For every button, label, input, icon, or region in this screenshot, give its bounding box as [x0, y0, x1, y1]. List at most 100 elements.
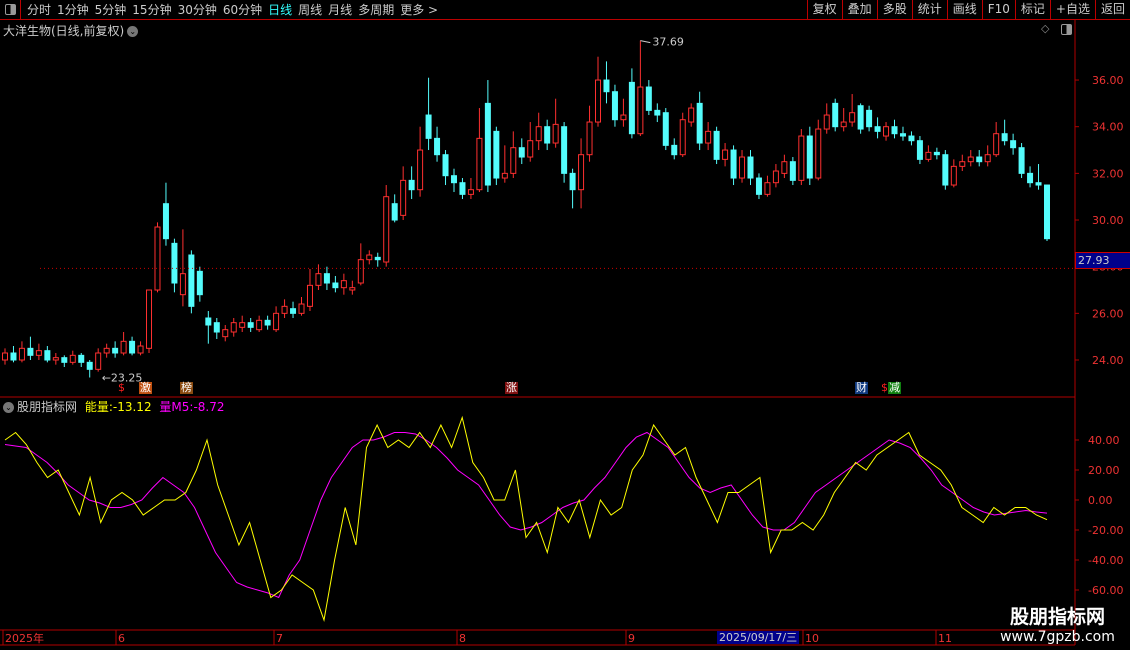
tab-period-9[interactable]: 多周期 [358, 3, 394, 17]
candle-body [984, 154, 991, 163]
indicator-title: ⌄ 股朋指标网 能量:-13.12 量M5:-8.72 [3, 398, 225, 415]
candle-body [696, 102, 703, 144]
line1-label: 能量: [84, 400, 113, 414]
candle-body [2, 352, 8, 361]
candle-body [230, 322, 237, 333]
tab-period-8[interactable]: 月线 [328, 3, 352, 17]
candle-body [171, 242, 178, 284]
candle-body [815, 128, 822, 179]
candle-body [603, 79, 610, 93]
candle-body [400, 179, 407, 216]
action-button-7[interactable]: +自选 [1049, 0, 1095, 19]
candle-body [950, 165, 957, 186]
candle-body [103, 347, 110, 354]
action-button-8[interactable]: 返回 [1094, 0, 1130, 19]
candle-body [239, 322, 246, 328]
action-button-4[interactable]: 画线 [946, 0, 982, 19]
event-marker[interactable]: 财 [855, 382, 868, 394]
candle-body [908, 135, 915, 142]
tab-period-6[interactable]: 日线 [268, 3, 292, 17]
diamond-icon[interactable]: ◇ [1041, 22, 1049, 35]
price-tick-label: 26.00 [1092, 307, 1124, 320]
candle-body [1010, 140, 1017, 149]
candle-body [52, 357, 59, 361]
action-button-3[interactable]: 统计 [911, 0, 947, 19]
indicator-name[interactable]: 股朋指标网 [17, 400, 77, 414]
candle-body [637, 86, 644, 135]
candle-body [899, 133, 906, 137]
kline-chart[interactable]: 36.0034.0032.0030.0028.0026.0024.0040.00… [0, 0, 1130, 650]
candle-body [188, 254, 195, 307]
candle-body [1018, 147, 1025, 174]
candle-body [654, 109, 661, 116]
chevron-down-icon[interactable]: ⌄ [127, 26, 139, 37]
period-tabs: 分时 1分钟 5分钟 15分钟 30分钟 60分钟 日线 周线 月线 多周期 更多 > [21, 1, 438, 18]
indicator-tick-label: 0.00 [1088, 494, 1113, 507]
candle-body [340, 280, 347, 289]
tab-period-10[interactable]: 更多 > [400, 3, 438, 17]
action-button-0[interactable]: 复权 [806, 0, 842, 19]
candle-body [518, 147, 525, 158]
candle-body [383, 196, 390, 263]
tab-period-1[interactable]: 1分钟 [57, 3, 89, 17]
candle-body [959, 161, 966, 167]
candle-body [290, 308, 297, 314]
tab-period-7[interactable]: 周线 [298, 3, 322, 17]
candle-body [425, 114, 432, 139]
candle-body [891, 126, 898, 135]
current-price-label: 27.93 [1075, 252, 1130, 269]
tab-period-5[interactable]: 60分钟 [223, 3, 262, 17]
candle-body [213, 322, 220, 333]
candle-body [688, 107, 695, 123]
candle-body [256, 319, 263, 331]
indicator-tick-label: 40.00 [1088, 434, 1120, 447]
panel-toggle-icon[interactable] [1061, 24, 1072, 35]
candle-body [747, 156, 754, 179]
tab-period-0[interactable]: 分时 [27, 3, 51, 17]
tab-period-4[interactable]: 30分钟 [178, 3, 217, 17]
candle-body [1027, 172, 1034, 184]
action-button-6[interactable]: 标记 [1014, 0, 1050, 19]
event-marker[interactable]: $ [117, 382, 126, 394]
candle-body [27, 347, 34, 356]
candle-body [374, 256, 381, 261]
candle-body [61, 357, 68, 363]
action-button-2[interactable]: 多股 [876, 0, 912, 19]
candle-body [450, 175, 457, 184]
tab-period-2[interactable]: 5分钟 [95, 3, 127, 17]
candle-body [916, 140, 923, 160]
line-energy [4, 415, 1048, 622]
price-tick-label: 30.00 [1092, 214, 1124, 227]
candle-body [832, 102, 839, 128]
candle-body [129, 340, 136, 354]
event-marker[interactable]: 榜 [180, 382, 193, 394]
candle-body [671, 144, 678, 156]
sidebar-toggle-icon[interactable] [0, 0, 21, 19]
candle-body [417, 149, 424, 191]
candle-body [467, 189, 474, 195]
event-marker[interactable]: 减 [888, 382, 901, 394]
event-marker[interactable]: 涨 [505, 382, 518, 394]
action-button-5[interactable]: F10 [981, 0, 1015, 19]
date-label: 6 [118, 632, 125, 645]
candle-body [323, 273, 330, 284]
chevron-down-icon[interactable]: ⌄ [3, 402, 14, 413]
candle-body [857, 105, 864, 130]
event-marker[interactable]: 激 [139, 382, 152, 394]
candle-body [713, 130, 720, 160]
tab-period-3[interactable]: 15分钟 [132, 3, 171, 17]
candle-body [764, 182, 771, 195]
candle-body [569, 172, 576, 191]
candle-body [120, 340, 127, 354]
candle-body [332, 282, 339, 289]
action-buttons: 复权 叠加 多股 统计 画线 F10 标记 +自选 返回 [806, 0, 1130, 19]
candle-body [1035, 182, 1042, 186]
toolbar: 分时 1分钟 5分钟 15分钟 30分钟 60分钟 日线 周线 月线 多周期 更多 > 复权 叠加 多股… [0, 0, 1130, 20]
candle-body [10, 352, 17, 361]
action-button-1[interactable]: 叠加 [841, 0, 877, 19]
candle-body [273, 312, 280, 331]
candle-body [578, 154, 585, 191]
candle-body [942, 154, 949, 186]
price-tick-label: 32.00 [1092, 167, 1124, 180]
candle-body [18, 347, 25, 361]
